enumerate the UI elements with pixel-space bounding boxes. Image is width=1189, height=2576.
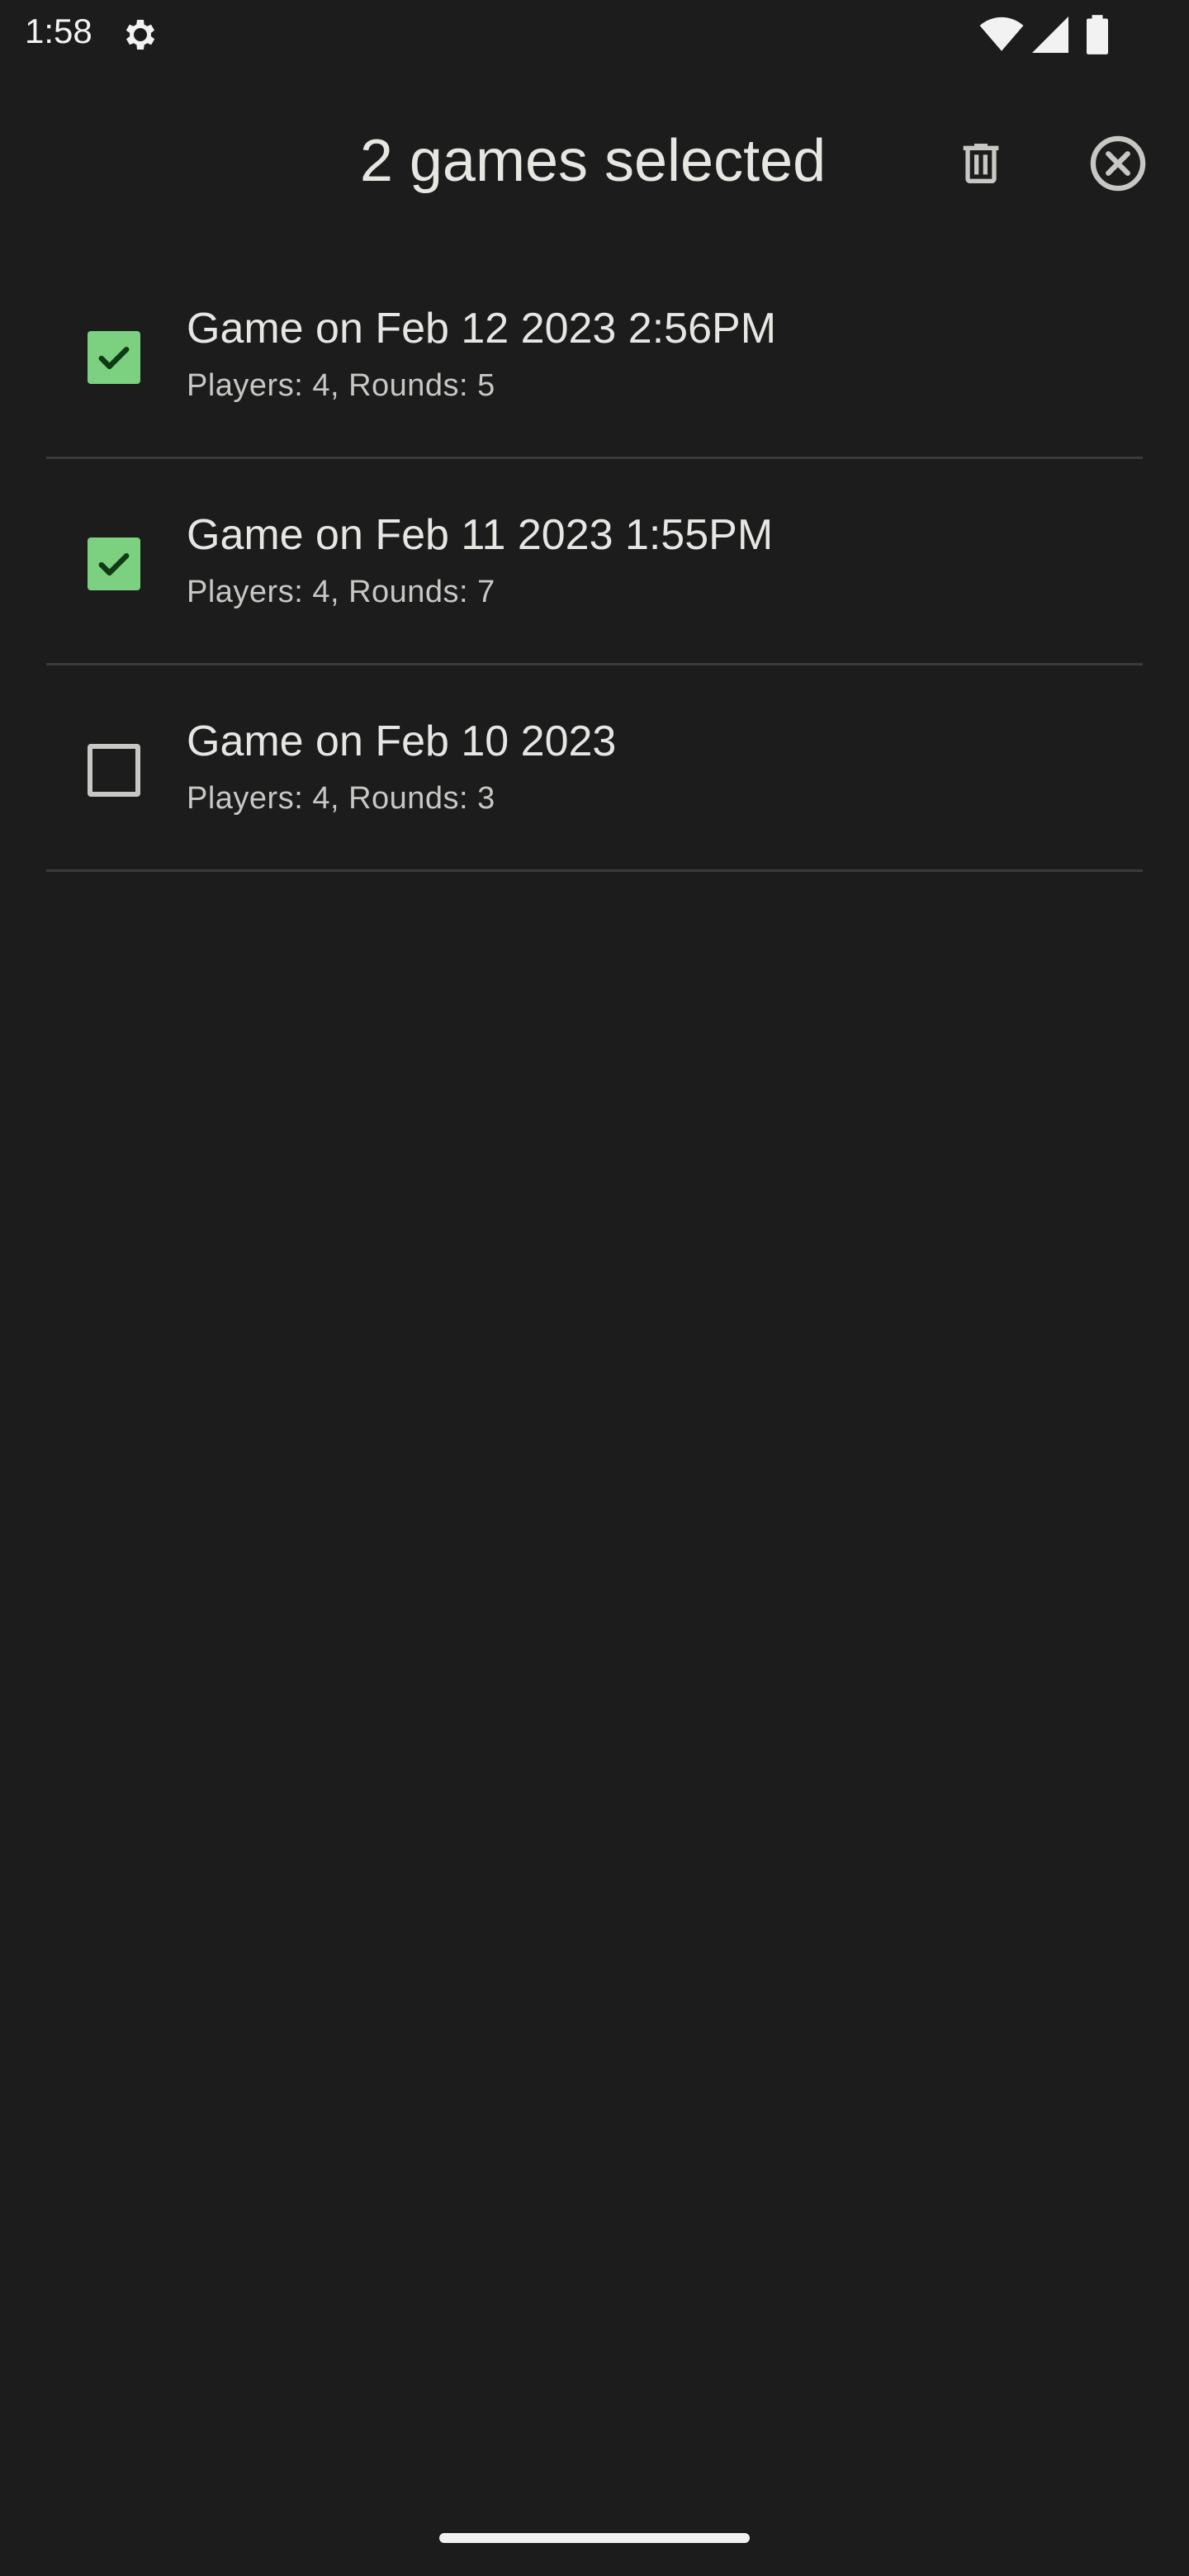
battery-icon [1087, 15, 1108, 54]
divider [46, 869, 1143, 872]
game-checkbox[interactable] [88, 744, 140, 797]
wifi-icon [979, 17, 1024, 51]
gear-icon [126, 20, 155, 50]
home-indicator[interactable] [439, 2533, 750, 2543]
close-button[interactable] [1078, 124, 1158, 203]
delete-button[interactable] [941, 124, 1021, 203]
game-subtitle: Players: 4, Rounds: 5 [187, 368, 495, 403]
game-list-item[interactable]: Game on Feb 12 2023 2:56PM Players: 4, R… [0, 253, 1189, 459]
game-title: Game on Feb 11 2023 1:55PM [187, 511, 774, 559]
close-circle-icon [1090, 135, 1146, 192]
status-bar: 1:58 [0, 0, 1189, 69]
game-list: Game on Feb 12 2023 2:56PM Players: 4, R… [0, 253, 1189, 872]
game-list-item[interactable]: Game on Feb 10 2023 Players: 4, Rounds: … [0, 665, 1189, 872]
game-subtitle: Players: 4, Rounds: 3 [187, 781, 495, 816]
game-title: Game on Feb 12 2023 2:56PM [187, 305, 777, 353]
check-icon [98, 553, 130, 576]
game-list-item[interactable]: Game on Feb 11 2023 1:55PM Players: 4, R… [0, 459, 1189, 665]
game-title: Game on Feb 10 2023 [187, 717, 617, 765]
game-checkbox[interactable] [88, 331, 140, 384]
status-time: 1:58 [25, 12, 92, 50]
signal-icon [1032, 17, 1068, 53]
trash-icon [963, 144, 999, 183]
game-checkbox[interactable] [88, 537, 140, 590]
action-bar: 2 games selected [0, 107, 1189, 215]
check-icon [98, 347, 130, 370]
game-subtitle: Players: 4, Rounds: 7 [187, 575, 495, 609]
